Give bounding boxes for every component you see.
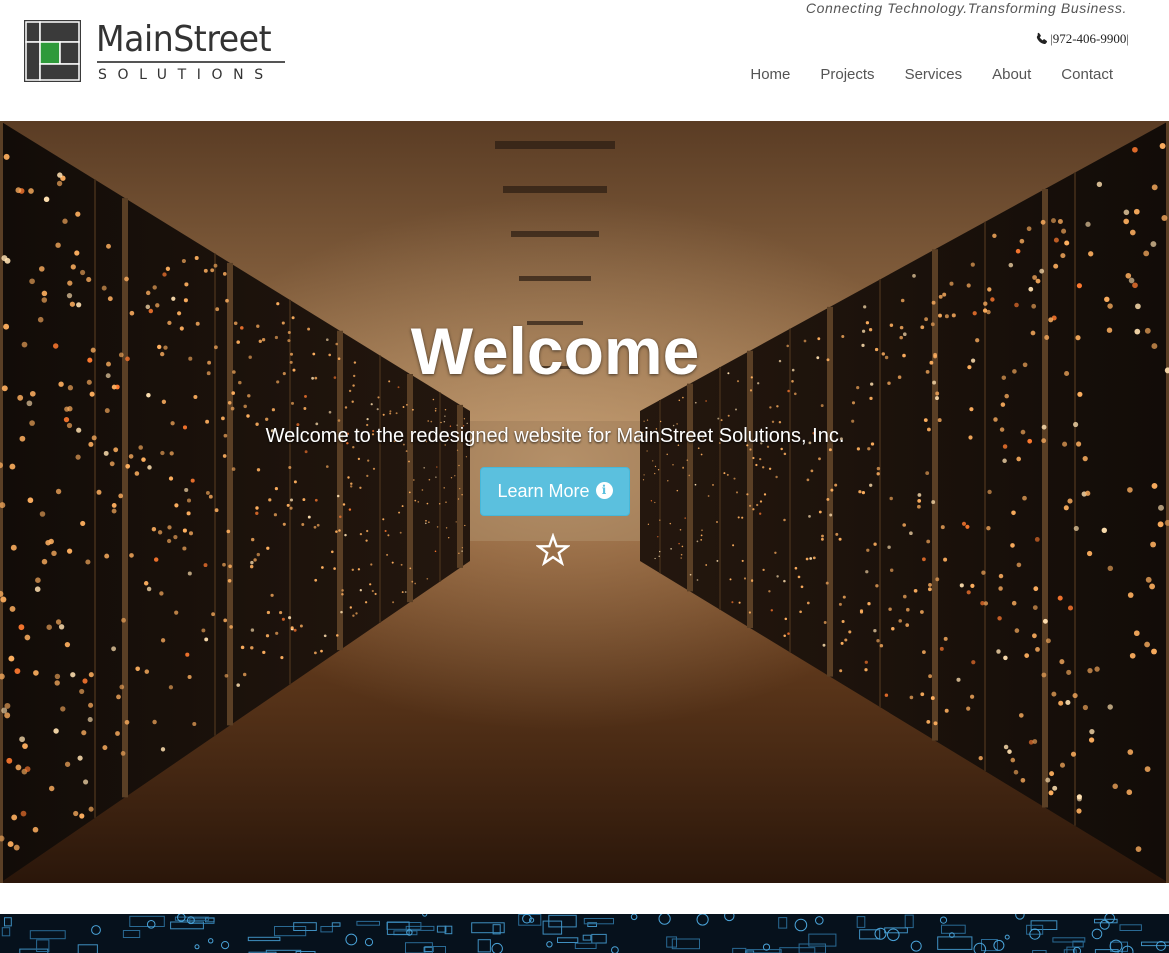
nav-home[interactable]: Home bbox=[735, 64, 805, 86]
hero-banner: Welcome Welcome to the redesigned websit… bbox=[0, 121, 1169, 883]
phone-number[interactable]: | 972-406-9900 | bbox=[1035, 30, 1129, 48]
nav-services[interactable]: Services bbox=[890, 64, 978, 86]
nav-contact[interactable]: Contact bbox=[1046, 64, 1129, 86]
site-logo[interactable]: MainStreet SOLUTIONS bbox=[24, 20, 294, 84]
logo-divider bbox=[97, 61, 285, 63]
circuit-board-banner bbox=[0, 914, 1169, 953]
info-icon: i bbox=[595, 481, 613, 499]
logo-subtitle: SOLUTIONS bbox=[98, 67, 274, 83]
tagline: Connecting Technology.Transforming Busin… bbox=[805, 0, 1127, 16]
nav-projects[interactable]: Projects bbox=[805, 64, 889, 86]
hero-title: Welcome bbox=[410, 314, 700, 388]
circuit-background-image bbox=[1, 914, 1169, 953]
logo-mark-icon bbox=[24, 20, 81, 82]
learn-more-button[interactable]: Learn More i bbox=[480, 467, 630, 516]
main-nav: Home Projects Services About Contact bbox=[735, 64, 1129, 86]
phone-text: 972-406-9900 bbox=[1052, 31, 1127, 46]
hero-subtitle: Welcome to the redesigned website for Ma… bbox=[265, 425, 845, 447]
section-gap bbox=[0, 883, 1169, 914]
phone-icon bbox=[1036, 32, 1048, 45]
star-outline-icon[interactable] bbox=[536, 533, 570, 567]
logo-name: MainStreet bbox=[96, 19, 272, 60]
site-header: MainStreet SOLUTIONS Connecting Technolo… bbox=[0, 0, 1169, 121]
phone-suffix: | bbox=[1126, 31, 1129, 46]
learn-more-label: Learn More bbox=[497, 481, 590, 501]
hero-content: Welcome Welcome to the redesigned websit… bbox=[0, 121, 1169, 883]
nav-about[interactable]: About bbox=[977, 64, 1046, 86]
